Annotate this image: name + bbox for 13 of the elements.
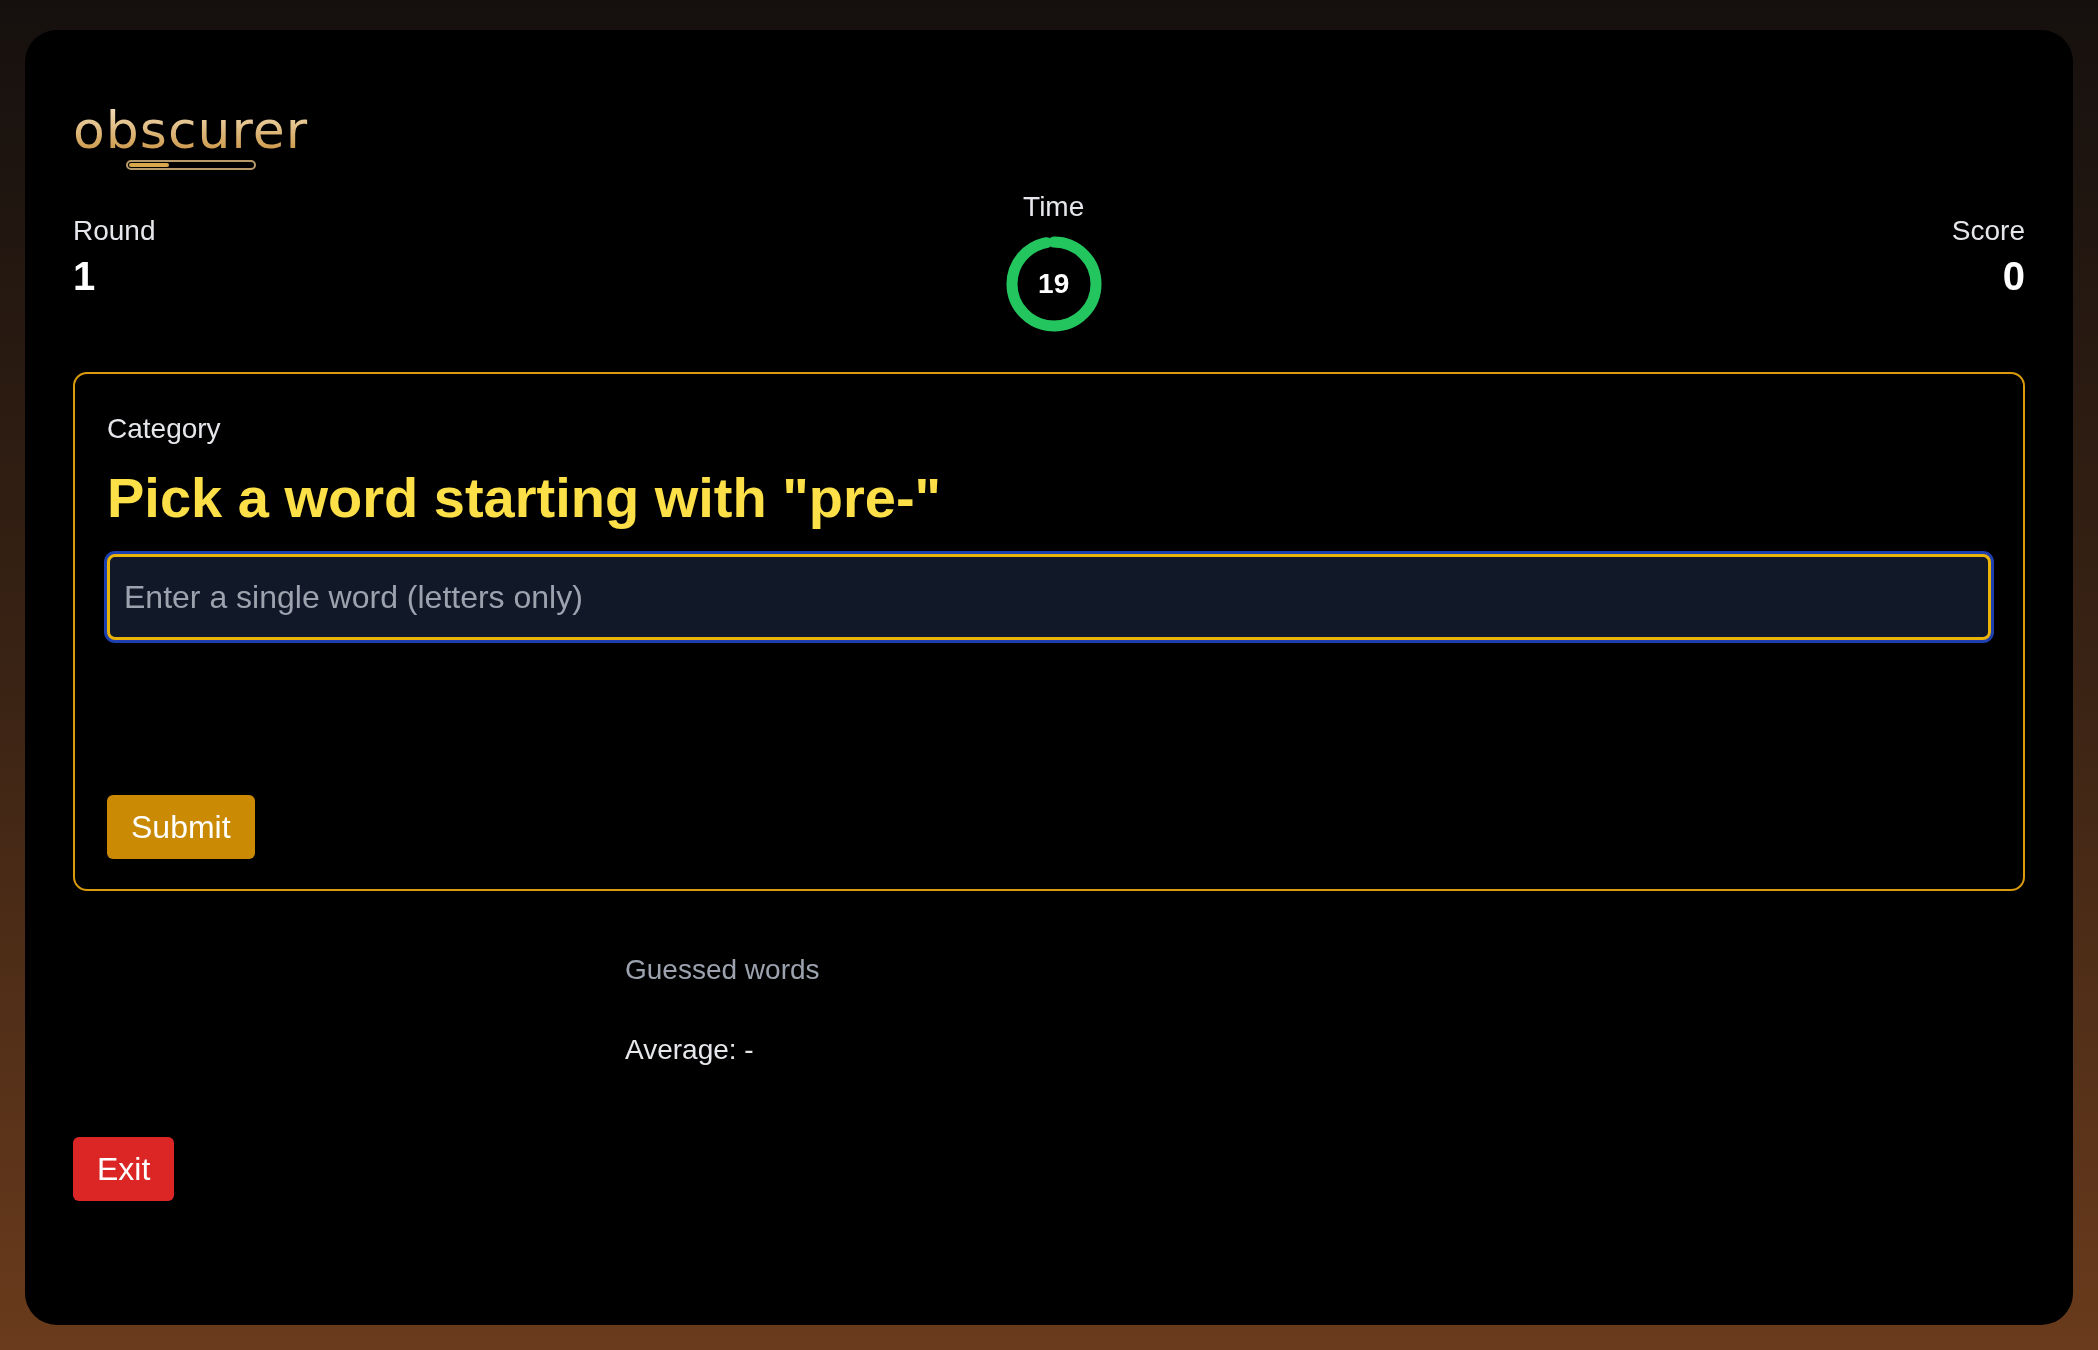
average-text: Average: - bbox=[625, 1033, 755, 1067]
word-input-field[interactable]: Enter a single word (letters only) bbox=[107, 554, 1991, 640]
category-label: Category bbox=[107, 412, 222, 446]
round-value: 1 bbox=[73, 253, 96, 300]
time-value: 19 bbox=[1038, 267, 1070, 301]
category-title: Pick a word starting with "pre-" bbox=[107, 465, 943, 531]
time-label: Time bbox=[1023, 190, 1085, 224]
guessed-words-label: Guessed words bbox=[625, 953, 821, 987]
round-label: Round bbox=[73, 214, 156, 248]
exit-button[interactable]: Exit bbox=[73, 1137, 175, 1201]
score-value: 0 bbox=[2002, 253, 2025, 300]
score-label: Score bbox=[1951, 214, 2025, 248]
submit-button[interactable]: Submit bbox=[107, 795, 255, 859]
